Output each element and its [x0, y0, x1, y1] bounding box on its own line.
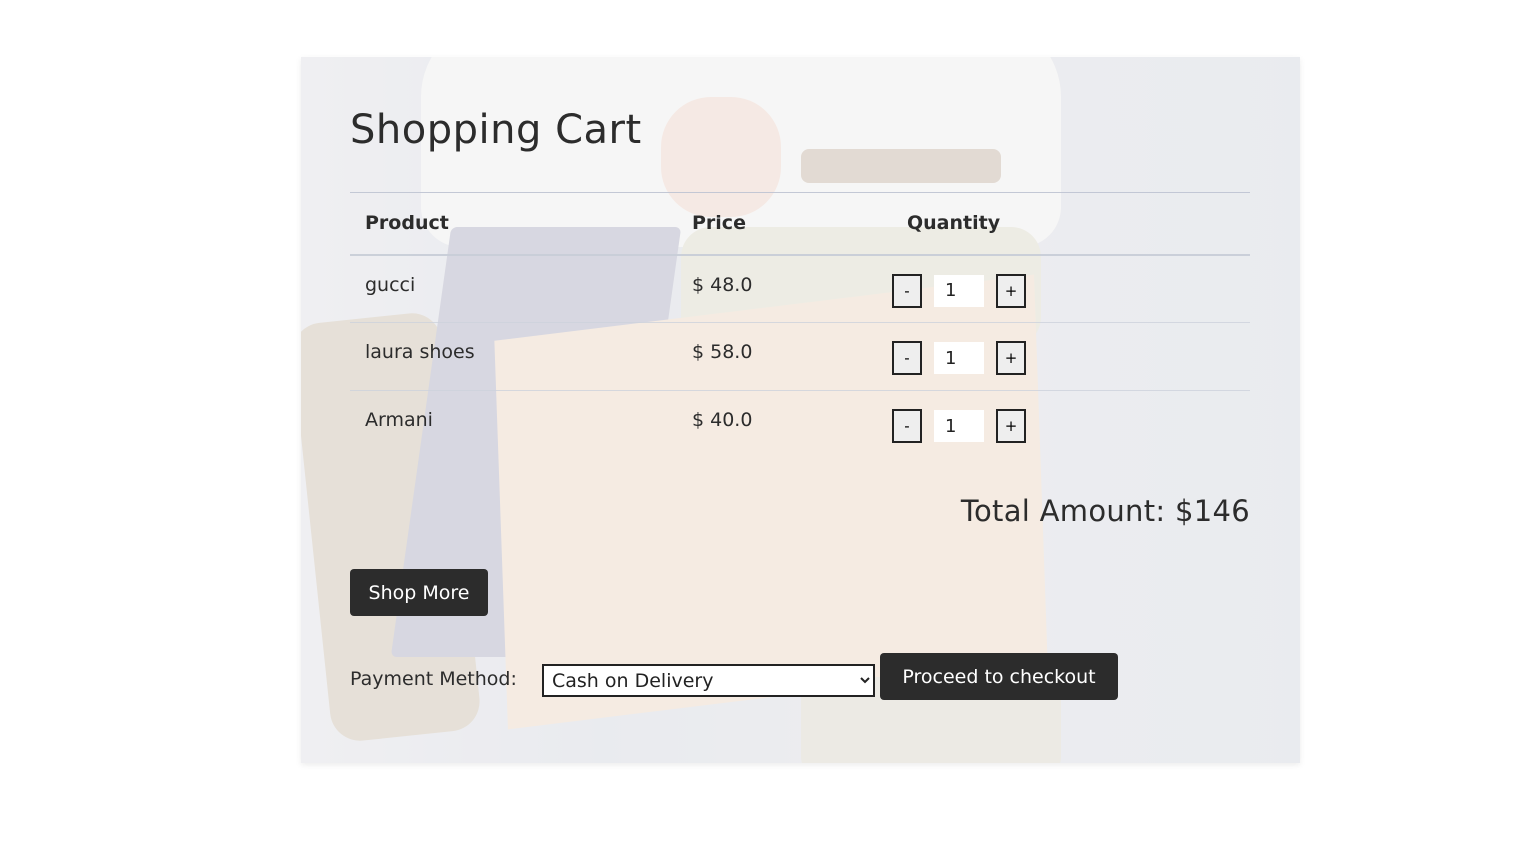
product-price: $ 48.0: [692, 273, 753, 296]
quantity-stepper: - +: [892, 409, 1250, 443]
column-header-price: Price: [692, 212, 746, 235]
quantity-input[interactable]: [934, 410, 984, 442]
table-header-row: Product Price Quantity: [350, 192, 1250, 255]
product-name: gucci: [365, 273, 416, 296]
decrement-button[interactable]: -: [892, 409, 922, 443]
payment-method-label: Payment Method:: [350, 668, 517, 690]
decrement-button[interactable]: -: [892, 341, 922, 375]
increment-button[interactable]: +: [996, 409, 1026, 443]
column-header-product: Product: [365, 212, 449, 235]
quantity-input[interactable]: [934, 274, 984, 307]
table-row: Armani $ 40.0 - +: [350, 391, 1250, 459]
increment-button[interactable]: +: [996, 273, 1026, 308]
quantity-cell: - +: [892, 323, 1250, 391]
increment-button[interactable]: +: [996, 341, 1026, 375]
quantity-cell: - +: [892, 255, 1250, 323]
cart-card: Shopping Cart Product Price Quantity guc…: [301, 57, 1300, 763]
total-amount: Total Amount: $146: [960, 494, 1250, 528]
proceed-to-checkout-button[interactable]: Proceed to checkout: [880, 653, 1118, 700]
quantity-cell: - +: [892, 391, 1250, 459]
column-header-quantity: Quantity: [907, 212, 1001, 235]
shop-more-button[interactable]: Shop More: [350, 569, 488, 616]
payment-method-select[interactable]: Cash on Delivery: [542, 664, 875, 697]
table-row: laura shoes $ 58.0 - +: [350, 323, 1250, 391]
quantity-stepper: - +: [892, 273, 1250, 308]
page-title: Shopping Cart: [350, 107, 642, 153]
quantity-input[interactable]: [934, 342, 984, 374]
cart-table: Product Price Quantity gucci $ 48.0 - +: [350, 192, 1250, 459]
product-price: $ 40.0: [692, 409, 753, 431]
product-name: laura shoes: [365, 341, 475, 363]
decrement-button[interactable]: -: [892, 273, 922, 308]
table-row: gucci $ 48.0 - +: [350, 255, 1250, 323]
quantity-stepper: - +: [892, 341, 1250, 375]
product-price: $ 58.0: [692, 341, 753, 363]
product-name: Armani: [365, 409, 433, 431]
